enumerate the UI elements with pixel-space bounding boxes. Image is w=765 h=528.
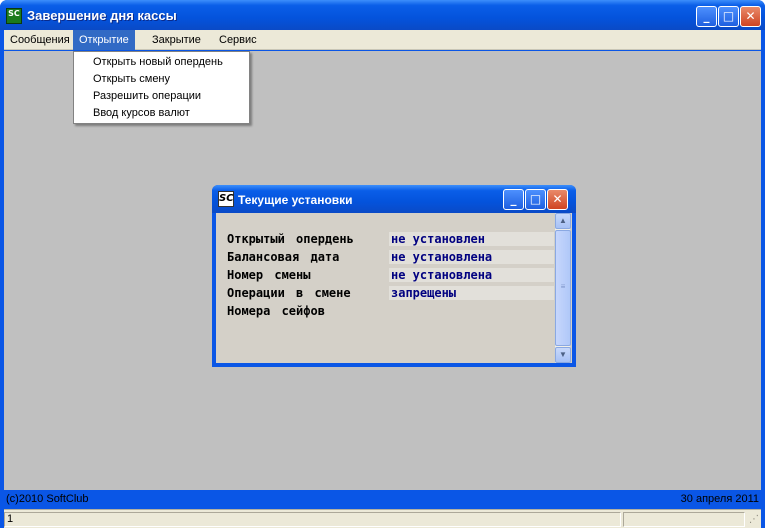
- dialog-scrollbar[interactable]: ▲ ≡ ▼: [554, 213, 571, 363]
- menu-bar: Сообщения Открытие Закрытие Сервис: [4, 30, 761, 50]
- scroll-down-icon[interactable]: ▼: [555, 347, 571, 363]
- menu-item-allow-operations[interactable]: Разрешить операции: [74, 88, 249, 105]
- row-value: запрещены: [389, 286, 559, 300]
- row-label: Открытый опердень: [227, 232, 354, 246]
- row-label: Балансовая дата: [227, 250, 340, 264]
- row-label: Номера сейфов: [227, 304, 325, 318]
- menu-item-open-shift[interactable]: Открыть смену: [74, 71, 249, 88]
- main-window: SC Завершение дня кассы _ □ ✕ Сообщения …: [0, 0, 765, 528]
- menu-closing[interactable]: Закрытие: [146, 30, 207, 50]
- dialog-body: Открытый опердень не установлен Балансов…: [216, 213, 572, 363]
- opening-dropdown-menu: Открыть новый опердень Открыть смену Раз…: [73, 51, 250, 124]
- date-label: 30 апреля 2011: [680, 493, 759, 505]
- maximize-button[interactable]: □: [718, 6, 739, 27]
- current-settings-dialog: SC Текущие установки _ □ ✕ Открытый опер…: [212, 185, 576, 367]
- scroll-up-icon[interactable]: ▲: [555, 213, 571, 229]
- menu-messages[interactable]: Сообщения: [4, 30, 76, 50]
- dialog-minimize-button[interactable]: _: [503, 189, 524, 210]
- menu-item-open-new-operday[interactable]: Открыть новый опердень: [74, 54, 249, 71]
- resize-grip-icon[interactable]: ⋰: [747, 514, 759, 526]
- status-cell-secondary: [623, 512, 745, 527]
- menu-item-currency-rates[interactable]: Ввод курсов валют: [74, 105, 249, 122]
- dialog-maximize-button[interactable]: □: [525, 189, 546, 210]
- dialog-title: Текущие установки: [238, 193, 353, 207]
- row-value: не установлена: [389, 250, 559, 264]
- status-bar: 1 ⋰: [4, 509, 761, 528]
- dialog-app-icon[interactable]: SC: [218, 191, 234, 207]
- close-button[interactable]: ✕: [740, 6, 761, 27]
- app-icon[interactable]: SC: [6, 8, 22, 24]
- menu-service[interactable]: Сервис: [213, 30, 263, 50]
- row-label: Операции в смене: [227, 286, 351, 300]
- row-value: не установлена: [389, 268, 559, 282]
- title-bar[interactable]: SC Завершение дня кассы _ □ ✕: [0, 0, 765, 30]
- row-label: Номер смены: [227, 268, 311, 282]
- window-title: Завершение дня кассы: [27, 8, 177, 23]
- menu-opening[interactable]: Открытие: [73, 30, 135, 50]
- scroll-thumb[interactable]: ≡: [555, 230, 571, 346]
- copyright-label: (c)2010 SoftClub: [6, 493, 89, 505]
- status-cell-main: 1: [4, 512, 621, 527]
- minimize-button[interactable]: _: [696, 6, 717, 27]
- dialog-title-bar[interactable]: SC Текущие установки _ □ ✕: [212, 185, 576, 213]
- row-value: не установлен: [389, 232, 559, 246]
- dialog-close-button[interactable]: ✕: [547, 189, 568, 210]
